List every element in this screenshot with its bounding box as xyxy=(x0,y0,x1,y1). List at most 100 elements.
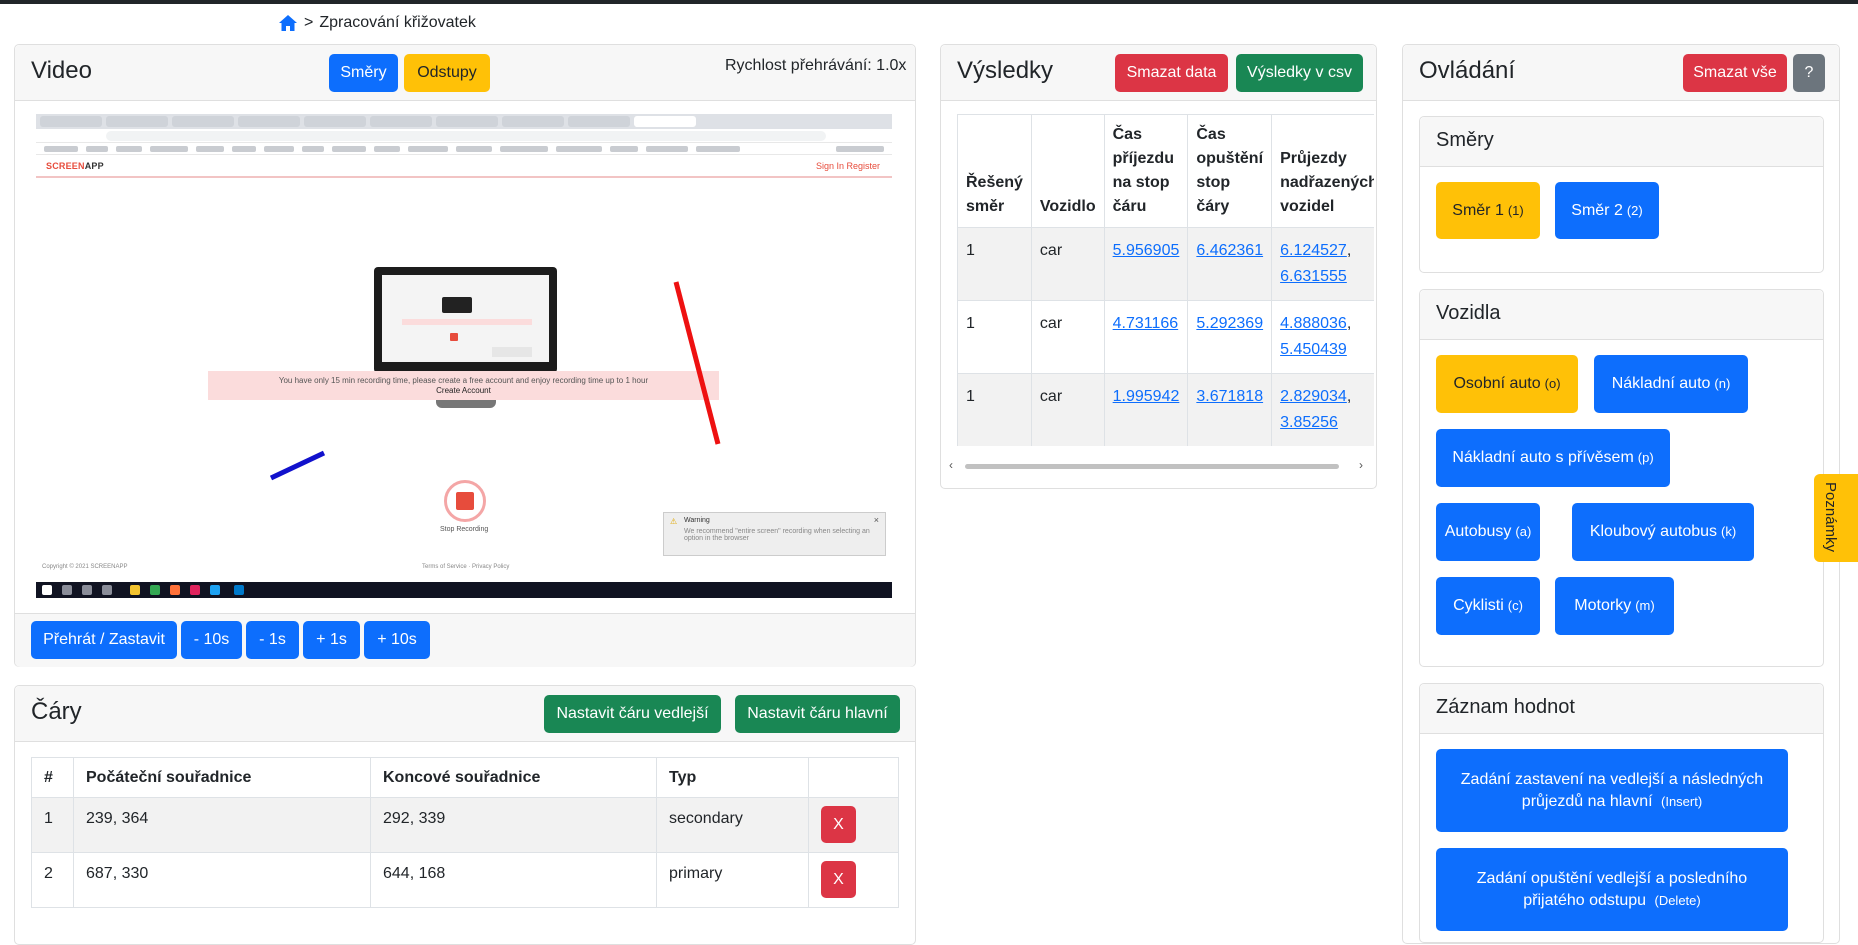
vehicle-motorcycle-button[interactable]: Motorky (m) xyxy=(1555,577,1674,635)
pass-time-link[interactable]: 6.124527 xyxy=(1280,242,1347,259)
record-stop-passes-button[interactable]: Zadání zastavení na vedlejší a následnýc… xyxy=(1436,749,1788,832)
direction-1-button[interactable]: Směr 1 (1) xyxy=(1436,182,1540,239)
control-panel-title: Ovládání xyxy=(1419,57,1516,84)
delete-line-button[interactable]: X xyxy=(821,861,856,898)
result-vehicle: car xyxy=(1030,300,1105,374)
pass-time-link[interactable]: 5.450439 xyxy=(1280,341,1347,358)
help-button[interactable]: ? xyxy=(1793,54,1825,92)
directions-button[interactable]: Směry xyxy=(329,54,398,92)
video-title: Video xyxy=(31,57,92,84)
clear-all-button[interactable]: Smazat vše xyxy=(1683,54,1787,92)
clear-data-button[interactable]: Smazat data xyxy=(1115,54,1228,92)
line-start: 687, 330 xyxy=(73,852,371,908)
pass-time-link[interactable]: 6.631555 xyxy=(1280,268,1347,285)
results-horizontal-scrollbar[interactable]: ‹ › xyxy=(945,456,1371,476)
breadcrumb: > Zpracování křižovatek xyxy=(278,14,476,32)
line-id: 2 xyxy=(31,852,74,908)
arrival-time-link[interactable]: 4.731166 xyxy=(1113,315,1179,332)
vehicle-bus-button[interactable]: Autobusy (a) xyxy=(1436,503,1540,561)
line-id: 1 xyxy=(31,797,74,853)
directions-card-header: Směry xyxy=(1420,117,1823,167)
playback-speed: Rychlost přehrávání: 1.0x xyxy=(725,57,907,74)
vehicle-car-button[interactable]: Osobní auto (o) xyxy=(1436,355,1578,413)
pass-time-link[interactable]: 4.888036 xyxy=(1280,315,1347,332)
column-header: Počáteční souřadnice xyxy=(73,757,371,798)
set-secondary-line-button[interactable]: Nastavit čáru vedlejší xyxy=(544,695,721,733)
video-card-header: Video Směry Odstupy Rychlost přehrávání:… xyxy=(15,45,915,101)
scroll-left-icon[interactable]: ‹ xyxy=(949,458,953,472)
column-header: Koncové souřadnice xyxy=(370,757,657,798)
lines-table: # Počáteční souřadnice Koncové souřadnic… xyxy=(31,757,899,908)
leave-time-link[interactable]: 3.671818 xyxy=(1196,388,1263,405)
result-passes: 4.888036, 5.450439 xyxy=(1271,300,1374,374)
export-csv-button[interactable]: Výsledky v csv xyxy=(1236,54,1363,92)
line-type: secondary xyxy=(656,797,809,853)
result-arrival: 1.995942 xyxy=(1103,373,1189,446)
column-header: Řešený směr xyxy=(957,114,1032,228)
table-row: 1 car 4.731166 5.292369 4.888036, 5.45043… xyxy=(957,300,1374,374)
drawn-lines-overlay xyxy=(269,281,721,481)
result-direction: 1 xyxy=(957,373,1032,446)
forward-1s-button[interactable]: + 1s xyxy=(303,621,360,659)
result-vehicle: car xyxy=(1030,373,1105,446)
back-10s-button[interactable]: - 10s xyxy=(181,621,242,659)
vehicle-truck-button[interactable]: Nákladní auto (n) xyxy=(1594,355,1748,413)
breadcrumb-current: Zpracování křižovatek xyxy=(319,14,476,31)
direction-2-button[interactable]: Směr 2 (2) xyxy=(1555,182,1659,239)
table-row: 1 239, 364 292, 339 secondary X xyxy=(31,797,899,853)
vehicle-cyclist-button[interactable]: Cyklisti (c) xyxy=(1436,577,1540,635)
results-table: Řešený směr Vozidlo Čas příjezdu na stop… xyxy=(957,114,1374,446)
gaps-button[interactable]: Odstupy xyxy=(404,54,490,92)
vehicles-title: Vozidla xyxy=(1436,302,1501,324)
vehicle-truck-trailer-button[interactable]: Nákladní auto s přívěsem (p) xyxy=(1436,429,1670,487)
record-values-card-header: Záznam hodnot xyxy=(1420,684,1823,734)
result-direction: 1 xyxy=(957,227,1032,301)
arrival-time-link[interactable]: 5.956905 xyxy=(1113,242,1180,259)
scroll-thumb[interactable] xyxy=(965,464,1339,469)
record-values-title: Záznam hodnot xyxy=(1436,696,1575,718)
back-1s-button[interactable]: - 1s xyxy=(246,621,299,659)
table-row: 1 car 5.956905 6.462361 6.124527, 6.63155… xyxy=(957,227,1374,301)
column-header: Čas příjezdu na stop čáru xyxy=(1103,114,1189,228)
play-pause-button[interactable]: Přehrát / Zastavit xyxy=(31,621,177,659)
home-icon[interactable] xyxy=(278,14,298,32)
delete-line-button[interactable]: X xyxy=(821,806,856,843)
result-arrival: 4.731166 xyxy=(1103,300,1189,374)
vehicles-card-header: Vozidla xyxy=(1420,290,1823,340)
primary-line xyxy=(673,281,721,445)
result-leave: 5.292369 xyxy=(1187,300,1273,374)
arrival-time-link[interactable]: 1.995942 xyxy=(1113,388,1180,405)
result-arrival: 5.956905 xyxy=(1103,227,1189,301)
column-header: Vozidlo xyxy=(1030,114,1105,228)
column-header xyxy=(808,757,899,798)
result-direction: 1 xyxy=(957,300,1032,374)
breadcrumb-separator: > xyxy=(304,14,314,31)
scroll-right-icon[interactable]: › xyxy=(1359,458,1363,472)
line-end: 644, 168 xyxy=(370,852,657,908)
notes-side-tab[interactable]: Poznámky xyxy=(1814,474,1858,562)
lines-title: Čáry xyxy=(31,698,82,725)
leave-time-link[interactable]: 5.292369 xyxy=(1196,315,1263,332)
column-header: Čas opuštění stop čáry xyxy=(1187,114,1273,228)
pass-time-link[interactable]: 3.85256 xyxy=(1280,414,1338,431)
notes-tab-label: Poznámky xyxy=(1822,482,1839,553)
results-table-wrapper[interactable]: Řešený směr Vozidlo Čas příjezdu na stop… xyxy=(957,114,1374,446)
video-player[interactable]: SCREENAPP Sign In Register You have only… xyxy=(36,114,892,598)
set-primary-line-button[interactable]: Nastavit čáru hlavní xyxy=(735,695,900,733)
secondary-line xyxy=(269,450,326,481)
vehicle-articulated-bus-button[interactable]: Kloubový autobus (k) xyxy=(1572,503,1754,561)
lines-card-header: Čáry Nastavit čáru vedlejší Nastavit čár… xyxy=(15,686,915,742)
leave-time-link[interactable]: 6.462361 xyxy=(1196,242,1263,259)
line-actions: X xyxy=(808,797,899,853)
pass-time-link[interactable]: 2.829034 xyxy=(1280,388,1347,405)
record-leave-gap-button[interactable]: Zadání opuštění vedlejší a posledního př… xyxy=(1436,848,1788,931)
result-vehicle: car xyxy=(1030,227,1105,301)
result-leave: 6.462361 xyxy=(1187,227,1273,301)
results-title: Výsledky xyxy=(957,57,1054,84)
table-row: 1 car 1.995942 3.671818 2.829034, 3.85256 xyxy=(957,373,1374,446)
forward-10s-button[interactable]: + 10s xyxy=(364,621,430,659)
column-header: Typ xyxy=(656,757,809,798)
table-row: 2 687, 330 644, 168 primary X xyxy=(31,852,899,908)
line-type: primary xyxy=(656,852,809,908)
result-leave: 3.671818 xyxy=(1187,373,1273,446)
